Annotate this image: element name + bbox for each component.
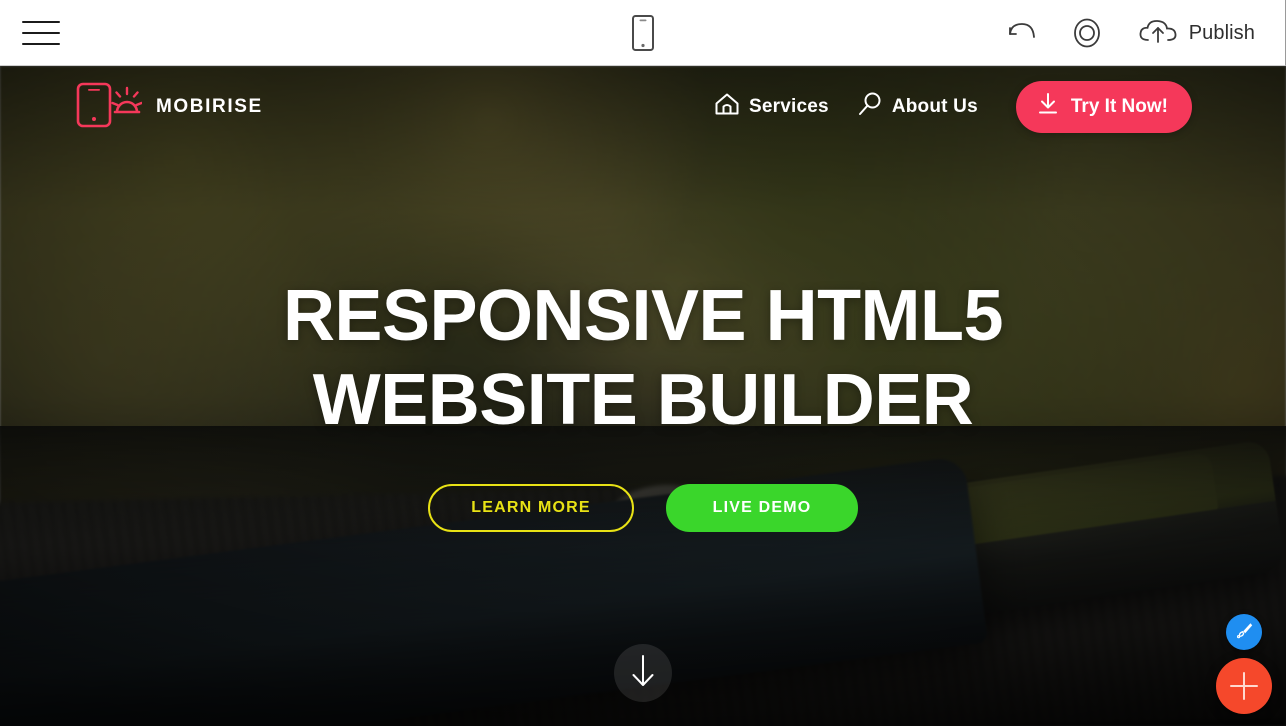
nav-item-about-us[interactable]: About Us xyxy=(857,91,978,123)
plus-icon xyxy=(1230,672,1258,700)
home-icon xyxy=(714,92,740,122)
nav-item-about-us-label: About Us xyxy=(891,96,978,117)
magnifier-icon xyxy=(857,91,883,123)
learn-more-button[interactable]: Learn More xyxy=(428,484,634,532)
builder-toolbar: Publish xyxy=(0,0,1286,66)
mobile-device-icon[interactable] xyxy=(632,15,654,51)
arrow-down-icon xyxy=(630,654,656,693)
mobirise-builder-window: Publish MOBIRISE Services About Us Try I… xyxy=(0,0,1286,726)
add-block-fab[interactable] xyxy=(1216,658,1272,714)
brand-logo[interactable]: MOBIRISE xyxy=(76,82,263,133)
hero-dark-overlay xyxy=(0,66,1286,726)
site-header: MOBIRISE Services About Us Try It Now! xyxy=(0,66,1286,148)
nav-item-services-label: Services xyxy=(749,96,829,117)
mobirise-phone-sun-logo-icon xyxy=(76,82,143,133)
paintbrush-icon xyxy=(1234,620,1254,645)
style-brush-fab[interactable] xyxy=(1226,614,1262,650)
site-navigation: Services About Us Try It Now! xyxy=(714,81,1192,133)
toolbar-right-group: Publish xyxy=(1007,0,1255,66)
nav-item-services[interactable]: Services xyxy=(714,92,829,122)
live-demo-button[interactable]: Live Demo xyxy=(666,484,858,532)
eye-preview-icon[interactable] xyxy=(1067,17,1107,49)
publish-button[interactable]: Publish xyxy=(1137,16,1255,51)
hero-button-group: Learn More Live Demo xyxy=(428,484,858,532)
try-it-now-button[interactable]: Try It Now! xyxy=(1015,81,1192,133)
try-it-now-label: Try It Now! xyxy=(1070,96,1168,117)
undo-arrow-icon[interactable] xyxy=(1007,20,1037,46)
toolbar-left-group xyxy=(22,0,60,66)
publish-label: Publish xyxy=(1188,21,1255,44)
scroll-down-button[interactable] xyxy=(614,644,672,702)
page-canvas: MOBIRISE Services About Us Try It Now! R… xyxy=(0,66,1286,726)
download-icon xyxy=(1036,92,1060,122)
brand-name: MOBIRISE xyxy=(156,96,263,117)
cloud-upload-icon xyxy=(1137,16,1179,51)
hamburger-menu-icon[interactable] xyxy=(22,18,60,48)
